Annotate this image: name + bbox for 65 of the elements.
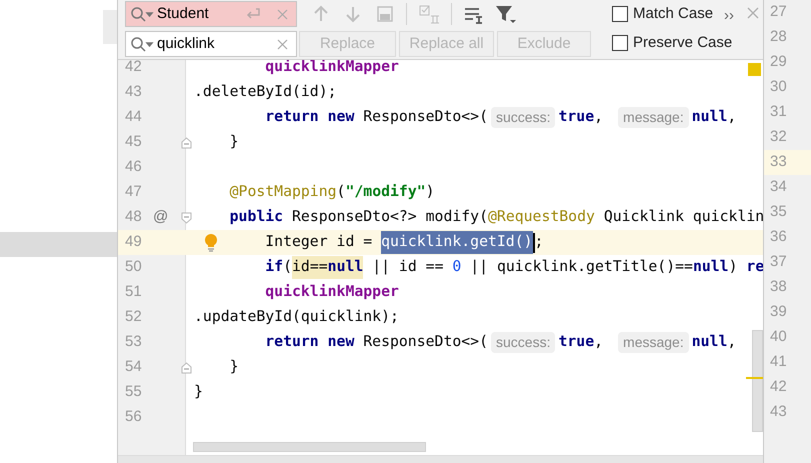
line-number: 46 bbox=[125, 157, 143, 178]
code-line: return new ResponseDto<>( success: true, message: null, bbox=[194, 106, 748, 129]
code-line: @PostMapping("/modify") bbox=[228, 182, 435, 202]
override-marker[interactable]: @ bbox=[153, 206, 168, 229]
code-line: public ResponseDto<?> modify(@RequestBody Quicklink quicklin bbox=[228, 207, 763, 228]
search-icon[interactable] bbox=[130, 36, 154, 52]
line-number: 43 bbox=[770, 402, 787, 422]
enter-icon[interactable] bbox=[244, 7, 262, 21]
line-number: 42 bbox=[125, 60, 143, 78]
line-number: 32 bbox=[770, 127, 787, 148]
line-number: 45 bbox=[125, 132, 143, 152]
horizontal-scrollbar[interactable] bbox=[193, 442, 426, 452]
code-line: .updateById(quicklink); bbox=[194, 307, 399, 328]
line-number: 30 bbox=[770, 77, 787, 98]
line-number: 39 bbox=[770, 302, 787, 322]
code-line: .deleteById(id); bbox=[194, 82, 337, 102]
line-number: 29 bbox=[770, 52, 787, 72]
stripe-mark bbox=[746, 377, 763, 379]
fold-icon[interactable] bbox=[181, 212, 192, 224]
lightbulb-icon[interactable] bbox=[204, 234, 218, 252]
line-number: 43 bbox=[125, 82, 143, 102]
line-number: 56 bbox=[125, 407, 143, 428]
more-button[interactable]: ›› bbox=[724, 5, 734, 28]
line-number: 41 bbox=[770, 352, 787, 372]
line-number: 54 bbox=[125, 357, 143, 378]
code-line: } bbox=[194, 382, 203, 402]
code-line: } bbox=[228, 357, 239, 378]
code-line: quicklinkMapper bbox=[264, 282, 399, 302]
code-line: return new ResponseDto<>( success: true, message: null, bbox=[194, 331, 748, 354]
error-stripe-mark bbox=[748, 63, 761, 76]
code-line: Integer id = quicklink.getId(); bbox=[194, 231, 544, 254]
line-number: 40 bbox=[770, 327, 787, 348]
search-icon[interactable] bbox=[130, 6, 154, 22]
line-number: 35 bbox=[770, 202, 787, 222]
line-number: 37 bbox=[770, 252, 787, 272]
line-number: 28 bbox=[770, 27, 787, 48]
line-number: 33 bbox=[770, 152, 787, 172]
line-number: 44 bbox=[125, 107, 143, 128]
replace-field[interactable]: quicklink bbox=[125, 31, 297, 57]
code-line: } bbox=[228, 132, 239, 152]
clear-icon[interactable] bbox=[277, 8, 288, 20]
line-number: 42 bbox=[770, 377, 787, 398]
checkbox[interactable] bbox=[612, 6, 628, 22]
line-number: 47 bbox=[125, 182, 143, 202]
checkbox[interactable] bbox=[612, 35, 628, 51]
line-number: 51 bbox=[125, 282, 143, 302]
option-label: Match Case bbox=[633, 4, 714, 24]
line-number: 49 bbox=[125, 232, 143, 252]
line-number: 36 bbox=[770, 227, 787, 248]
line-number: 48 bbox=[125, 207, 143, 228]
line-number: 52 bbox=[125, 307, 143, 328]
line-number: 31 bbox=[770, 102, 787, 122]
line-number: 27 bbox=[770, 2, 787, 22]
checkbox-list-icon[interactable] bbox=[417, 3, 441, 25]
line-number: 50 bbox=[125, 257, 143, 278]
clear-icon[interactable] bbox=[277, 38, 288, 50]
funnel-icon[interactable] bbox=[494, 3, 516, 25]
line-number: 53 bbox=[125, 332, 143, 352]
line-number: 38 bbox=[770, 277, 787, 298]
option-label: Preserve Case bbox=[633, 32, 732, 53]
close-icon[interactable] bbox=[747, 7, 759, 19]
line-number: 34 bbox=[770, 177, 787, 198]
search-field[interactable]: Student bbox=[125, 1, 297, 27]
scrollbar-thumb[interactable] bbox=[752, 330, 763, 432]
line-number: 55 bbox=[125, 382, 143, 402]
